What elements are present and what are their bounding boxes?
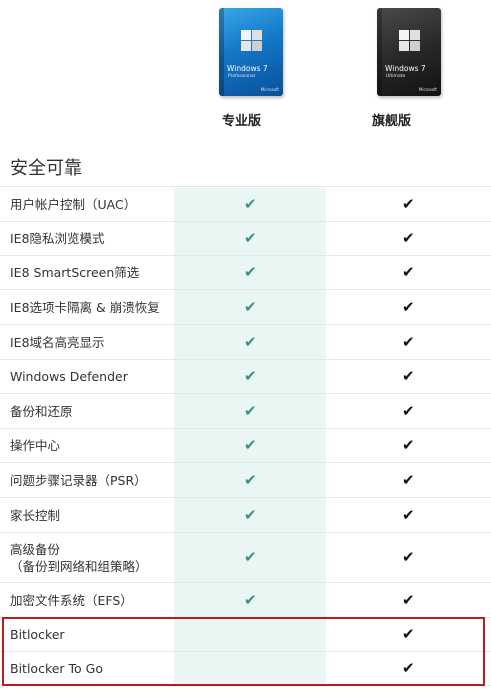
feature-label: 家长控制 — [10, 508, 61, 523]
check-icon: ✔ — [402, 471, 415, 489]
box-title: Windows 7 — [385, 64, 426, 73]
check-icon: ✔ — [402, 591, 415, 609]
edition-label-ultimate: 旗舰版 — [372, 114, 412, 129]
feature-label: IE8 SmartScreen筛选 — [10, 265, 140, 280]
table-row: IE8选项卡隔离 & 崩溃恢复 ✔ ✔ — [0, 290, 491, 325]
feature-label: 高级备份 （备份到网络和组策略） — [10, 542, 148, 574]
comparison-header: Windows 7 Professional Microsoft Windows… — [0, 0, 491, 140]
check-icon: ✔ — [244, 195, 257, 213]
check-icon: ✔ — [402, 195, 415, 213]
check-icon: ✔ — [244, 229, 257, 247]
edition-label-professional: 专业版 — [222, 114, 262, 129]
check-icon: ✔ — [402, 229, 415, 247]
check-icon: ✔ — [244, 591, 257, 609]
check-icon: ✔ — [244, 263, 257, 281]
check-icon: ✔ — [244, 548, 257, 566]
check-icon: ✔ — [402, 506, 415, 524]
table-row: IE8域名高亮显示 ✔ ✔ — [0, 325, 491, 360]
box-edition: Ultimate — [386, 74, 406, 79]
check-icon: ✔ — [402, 333, 415, 351]
table-row: Windows Defender ✔ ✔ — [0, 360, 491, 394]
feature-label: IE8选项卡隔离 & 崩溃恢复 — [10, 300, 160, 315]
check-icon: ✔ — [244, 436, 257, 454]
check-icon: ✔ — [402, 298, 415, 316]
box-title: Windows 7 — [227, 64, 268, 73]
check-icon: ✔ — [402, 436, 415, 454]
windows-logo-icon — [241, 30, 263, 52]
windows7-professional-box-image: Windows 7 Professional Microsoft — [219, 8, 283, 96]
check-icon: ✔ — [244, 471, 257, 489]
check-icon: ✔ — [244, 506, 257, 524]
table-row: 备份和还原 ✔ ✔ — [0, 394, 491, 429]
check-icon: ✔ — [244, 298, 257, 316]
check-icon: ✔ — [402, 367, 415, 385]
table-row: 操作中心 ✔ ✔ — [0, 429, 491, 463]
feature-label: 用户帐户控制（UAC） — [10, 197, 137, 212]
box-edition: Professional — [228, 74, 256, 79]
windows7-ultimate-box-image: Windows 7 Ultimate Microsoft — [377, 8, 441, 96]
feature-label: 问题步骤记录器（PSR） — [10, 473, 147, 488]
check-icon: ✔ — [244, 333, 257, 351]
table-row: 家长控制 ✔ ✔ — [0, 498, 491, 533]
divider — [0, 186, 491, 187]
feature-label: 操作中心 — [10, 438, 61, 453]
box-brand: Microsoft — [418, 87, 437, 92]
windows-logo-icon — [399, 30, 421, 52]
feature-label: IE8隐私浏览模式 — [10, 231, 105, 246]
table-row: 用户帐户控制（UAC） ✔ ✔ — [0, 188, 491, 222]
table-row: 高级备份 （备份到网络和组策略） ✔ ✔ — [0, 533, 491, 583]
table-row: IE8 SmartScreen筛选 ✔ ✔ — [0, 256, 491, 290]
check-icon: ✔ — [402, 548, 415, 566]
check-icon: ✔ — [402, 402, 415, 420]
table-row: 加密文件系统（EFS） ✔ ✔ — [0, 583, 491, 618]
highlight-box — [2, 617, 485, 686]
table-row: 问题步骤记录器（PSR） ✔ ✔ — [0, 463, 491, 498]
section-title: 安全可靠 — [10, 158, 82, 179]
feature-label: Windows Defender — [10, 369, 128, 384]
check-icon: ✔ — [244, 367, 257, 385]
box-brand: Microsoft — [260, 87, 279, 92]
check-icon: ✔ — [402, 263, 415, 281]
feature-label: 加密文件系统（EFS） — [10, 593, 133, 608]
table-row: IE8隐私浏览模式 ✔ ✔ — [0, 222, 491, 256]
feature-label: IE8域名高亮显示 — [10, 335, 105, 350]
feature-label: 备份和还原 — [10, 404, 73, 419]
check-icon: ✔ — [244, 402, 257, 420]
